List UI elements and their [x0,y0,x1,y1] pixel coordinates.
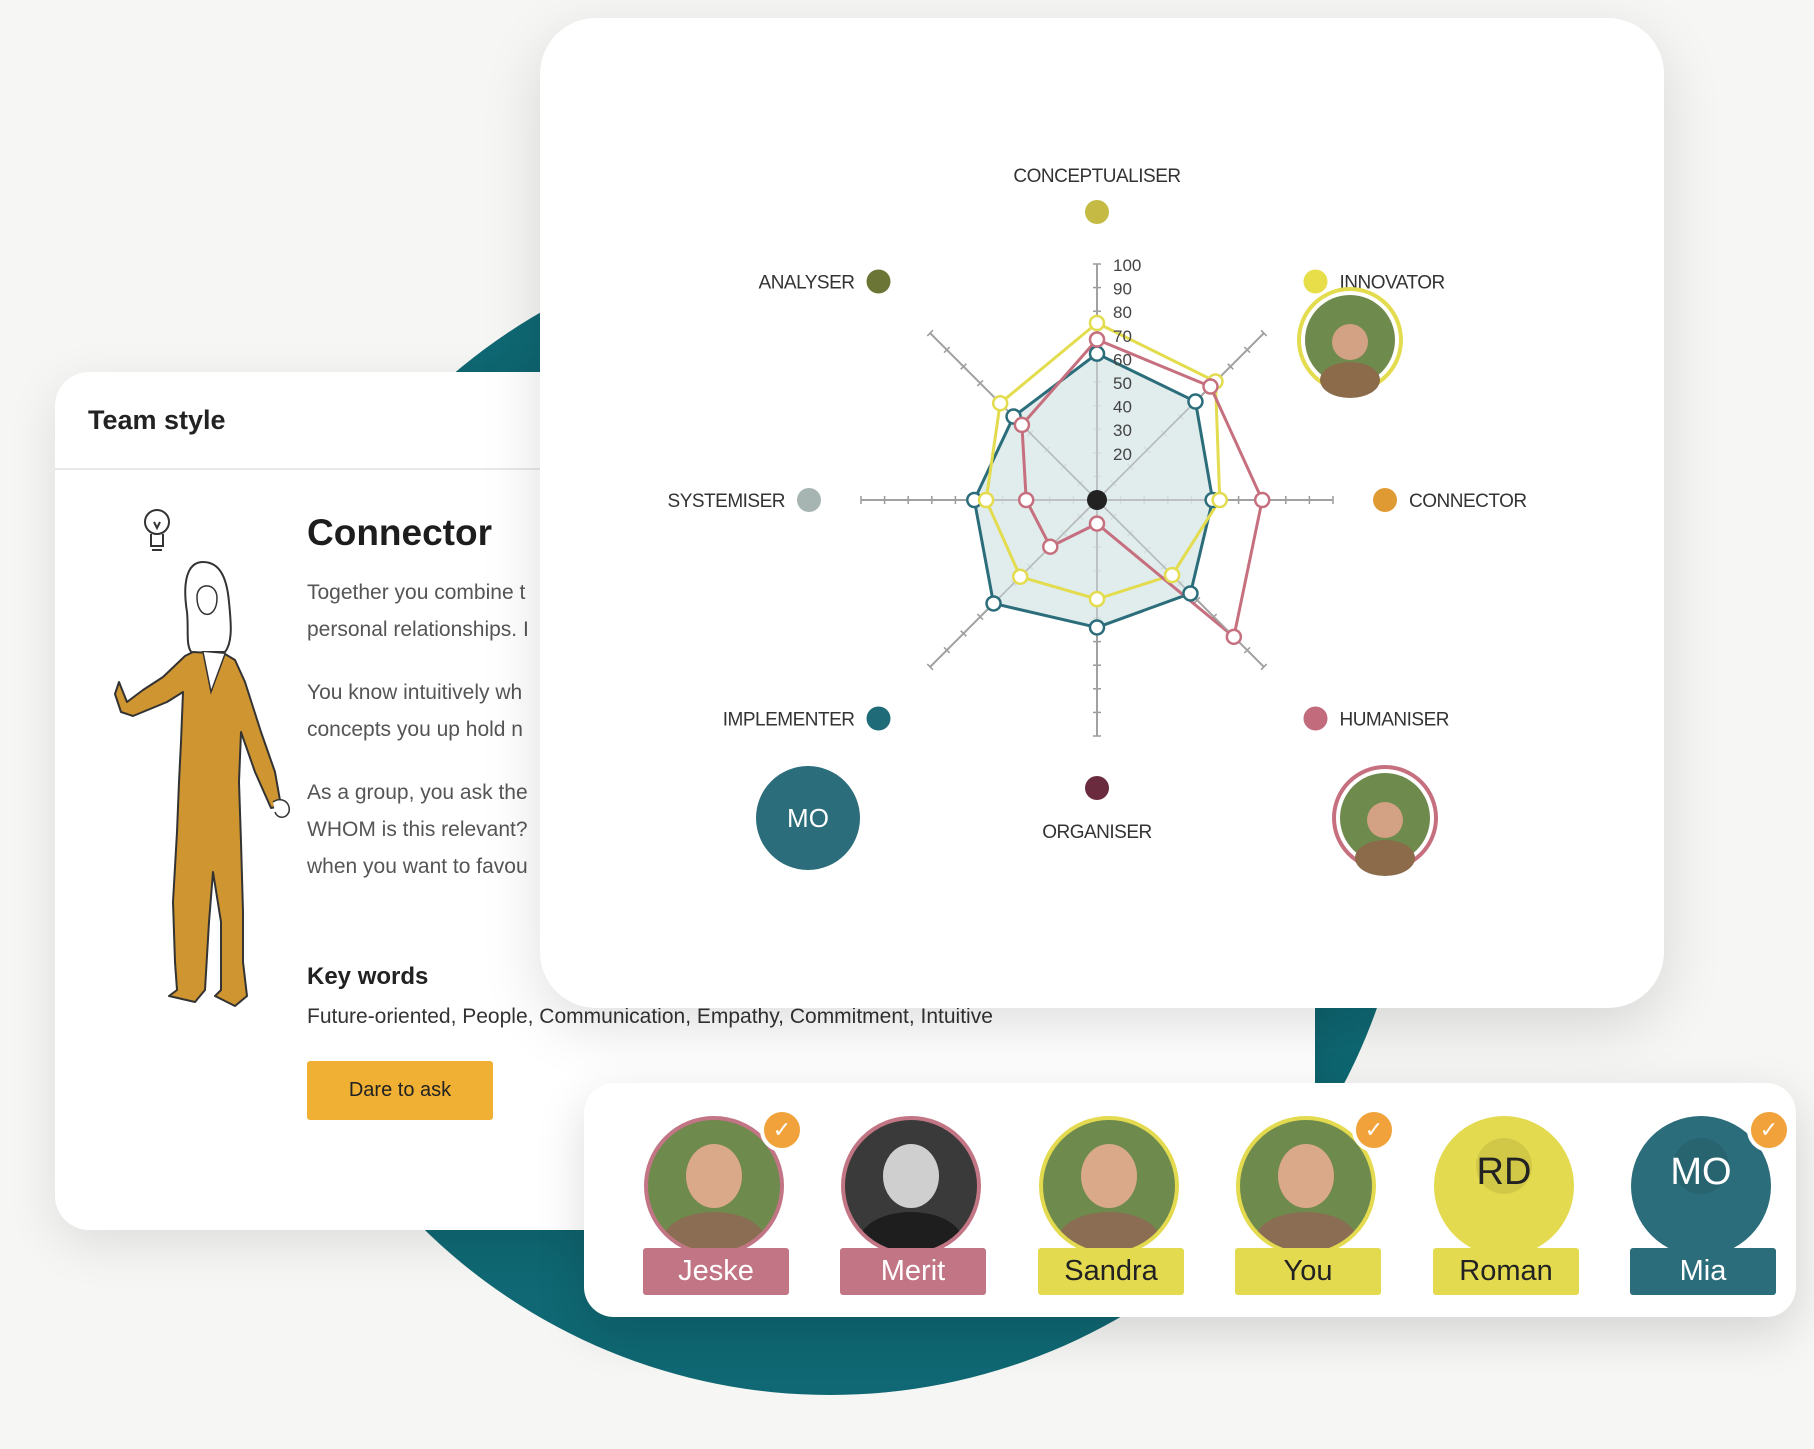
radar-data-point [1253,491,1271,509]
radar-data-point [1017,491,1035,509]
member-name-tag: You [1235,1248,1381,1295]
radar-tick-label: 70 [1113,327,1132,346]
team-members-strip: Jeske ✓ Merit Sandra You ✓ RD Roman MO Mia ✓ [584,1083,1796,1317]
radar-data-point [1202,378,1219,395]
member-avatar [1039,1116,1179,1256]
member-photo [686,1144,742,1208]
axis-label: CONCEPTUALISER [1013,166,1180,187]
axis-color-dot [1085,200,1109,224]
radar-data-point [1225,628,1243,646]
avatar-shoulders [1320,362,1380,398]
member-name-tag: Mia [1630,1248,1776,1295]
radar-tick-label: 90 [1113,280,1132,299]
axis-label: ORGANISER [1042,822,1152,843]
radar-center-dot [1087,490,1107,510]
axis-label: CONNECTOR [1409,491,1527,512]
member-mia[interactable]: MO Mia ✓ [1619,1108,1791,1306]
radar-tick-label: 100 [1113,256,1141,275]
axis-label: SYSTEMISER [668,491,785,512]
axis-color-dot [1373,488,1397,512]
radar-chart: 2030405060708090100CONCEPTUALISERINNOVAT… [668,166,1527,876]
member-sandra[interactable]: Sandra [1027,1116,1197,1306]
axis-label: HUMANISER [1339,709,1449,730]
radar-data-point [1011,568,1029,586]
member-photo [883,1144,939,1208]
radar-data-point [977,491,995,509]
checkmark-icon: ✓ [760,1108,804,1152]
radar-tick-label: 80 [1113,303,1132,322]
axis-color-dot [866,706,891,731]
axis-color-dot [866,269,891,294]
radar-data-point [1013,416,1031,434]
lightbulb-icon [144,509,170,551]
member-name-tag: Sandra [1038,1248,1184,1295]
member-roman[interactable]: RD Roman [1422,1116,1592,1306]
axis-color-dot [1303,706,1328,731]
radar-data-point [1088,345,1106,362]
member-name-tag: Roman [1433,1248,1579,1295]
radar-data-point [1088,590,1106,608]
radar-data-point [1042,538,1059,555]
radar-data-point [985,595,1002,612]
member-name-tag: Jeske [643,1248,789,1295]
member-photo [1081,1144,1137,1208]
dare-to-ask-button[interactable]: Dare to ask [307,1061,493,1120]
member-avatar: RD [1434,1116,1574,1256]
member-merit[interactable]: Merit [829,1116,999,1306]
radar-data-point [1163,566,1181,584]
radar-data-point [1088,314,1106,332]
member-name-tag: Merit [840,1248,986,1295]
radar-tick-label: 60 [1113,350,1132,369]
radar-data-point [1088,619,1106,636]
member-photo [1278,1144,1334,1208]
checkmark-icon: ✓ [1747,1108,1791,1152]
radar-data-point [1211,491,1228,509]
team-style-title: Team style [88,404,226,435]
radar-tick-label: 20 [1113,445,1132,464]
axis-color-dot [1303,269,1328,294]
axis-color-dot [797,488,821,512]
radar-data-point [991,394,1009,412]
avatar-shoulders [1355,840,1415,876]
keywords-text: Future-oriented, People, Communication, … [307,1005,993,1028]
person-figure-illustration [114,509,290,1007]
axis-label: IMPLEMENTER [723,709,855,730]
checkmark-icon: ✓ [1352,1108,1396,1152]
member-initials: RD [1476,1150,1532,1193]
avatar-initials: MO [787,803,829,833]
avatar-face [1332,324,1368,360]
axis-label: ANALYSER [759,273,855,294]
radar-data-point [1187,393,1204,410]
avatar-face [1367,802,1403,838]
radar-data-point [1182,585,1199,602]
radar-data-point [1088,331,1106,348]
radar-chart-card: 20 30 40 50 60 70 80 90 100 CONCEPTUALISER INNOVAT… [540,18,1664,1008]
radar-tick-label: 40 [1113,398,1132,417]
member-avatar [841,1116,981,1256]
radar-tick-label: 50 [1113,374,1132,393]
member-you[interactable]: You ✓ [1224,1108,1396,1306]
member-jeske[interactable]: Jeske ✓ [632,1108,804,1306]
radar-data-point [1088,515,1106,532]
member-initials: MO [1670,1150,1732,1193]
axis-color-dot [1085,776,1109,800]
radar-tick-label: 30 [1113,421,1132,440]
